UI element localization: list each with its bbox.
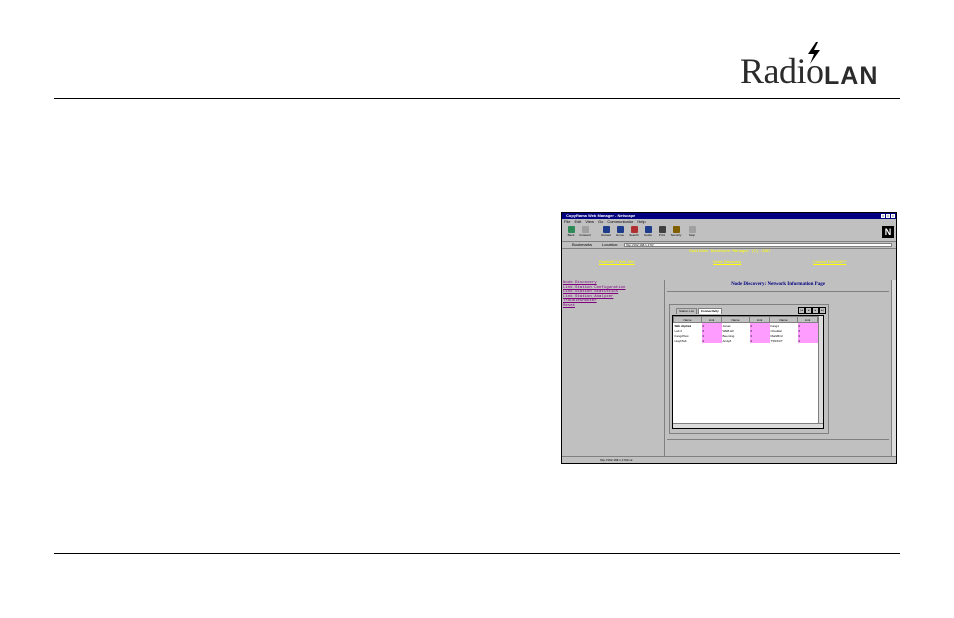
guide-icon <box>644 226 652 233</box>
logo-text-radio: Radio <box>740 51 824 91</box>
table-cell: AndyZ <box>722 338 732 343</box>
logo-text-lan: LAN <box>824 62 879 90</box>
print-button[interactable]: Print <box>656 226 668 240</box>
link-node-discovery[interactable]: Node Discovery <box>713 259 741 264</box>
stop-button[interactable]: Stop <box>686 226 698 240</box>
left-navigation: Node Discovery Link Station Configuratio… <box>563 281 663 457</box>
link-cell: 0 <box>749 338 770 343</box>
applet-tabs: Station List Connectivity <box>676 308 722 314</box>
print-icon <box>658 226 666 233</box>
reload-icon <box>602 226 610 233</box>
location-bar: Bookmarks Location: http://192.168.1.170… <box>562 242 896 249</box>
grid-vertical-scrollbar[interactable] <box>818 316 823 424</box>
link-cell: 0 <box>701 338 722 343</box>
first-icon[interactable]: |◂ <box>798 307 805 314</box>
search-icon <box>630 226 638 233</box>
top-divider <box>54 98 900 99</box>
frame-vertical-scrollbar[interactable] <box>891 280 896 456</box>
minimize-icon[interactable] <box>881 214 885 218</box>
netscape-logo-icon: N <box>882 226 894 238</box>
tab-station-list[interactable]: Station List <box>676 308 697 314</box>
status-text: http://192.168.1.170/nv2 <box>600 458 633 462</box>
tab-scroll-buttons: |◂ ◂ ▸ ▸| <box>798 307 826 314</box>
tab-connectivity[interactable]: Connectivity <box>697 308 722 314</box>
location-url-input[interactable]: http://192.168.1.170/ <box>624 243 892 247</box>
reload-button[interactable]: Reload <box>600 226 612 240</box>
page-banner: RadioNet Backbone Manager (C) 1997 Radio… <box>563 249 896 279</box>
footer-divider <box>667 439 889 440</box>
home-icon <box>616 226 624 233</box>
bookmarks-button[interactable]: Bookmarks <box>572 242 592 248</box>
lock-icon <box>672 226 680 233</box>
next-icon[interactable]: ▸ <box>812 307 819 314</box>
security-button[interactable]: Security <box>670 226 682 240</box>
network-info-applet: Station List Connectivity |◂ ◂ ▸ ▸| Name… <box>669 304 829 434</box>
status-bar: http://192.168.1.170/nv2 <box>562 456 896 463</box>
link-contact-radionet[interactable]: Contact RadioNET <box>813 259 846 264</box>
table-cell: TS5/KCT <box>770 338 783 343</box>
back-button[interactable]: Back <box>565 226 577 240</box>
link-radionet-web-site[interactable]: RadioNET Web Site <box>599 259 635 264</box>
search-button[interactable]: Search <box>628 226 640 240</box>
back-arrow-icon <box>567 226 575 233</box>
table-cell: HughTab <box>674 338 687 343</box>
connectivity-grid: Name Link Name Link Name Link SBL Alpha1… <box>672 315 824 429</box>
link-cell: 0 <box>797 338 818 343</box>
heading-divider <box>667 291 889 292</box>
forward-button[interactable]: Forward <box>579 226 591 240</box>
banner-title: RadioNet Backbone Manager (C) 1997 <box>689 250 771 254</box>
bottom-divider <box>54 553 900 554</box>
last-icon[interactable]: ▸| <box>819 307 826 314</box>
page-heading: Node Discovery: Network Information Page <box>731 282 825 287</box>
navigation-toolbar: Back Forward Reload Home Search Guide Pr… <box>562 224 896 242</box>
table-row[interactable]: HughTab 0 AndyZ 0 TS5/KCT 0 <box>674 338 818 343</box>
location-label: Location: <box>602 242 619 247</box>
content-frame: Node Discovery: Network Information Page… <box>664 280 896 456</box>
radiolan-logo: Radio LAN <box>740 42 900 91</box>
maximize-icon[interactable] <box>886 214 890 218</box>
browser-window-screenshot: CopyRama Web Manager - Netscape File Edi… <box>561 212 897 464</box>
nav-reset[interactable]: Reset <box>563 304 663 309</box>
connectivity-table: Name Link Name Link Name Link SBL Alpha1… <box>673 316 818 343</box>
guide-button[interactable]: Guide <box>642 226 654 240</box>
close-icon[interactable] <box>891 214 895 218</box>
forward-arrow-icon <box>581 226 589 233</box>
stop-icon <box>688 226 696 233</box>
grid-horizontal-scrollbar[interactable] <box>673 423 823 428</box>
prev-icon[interactable]: ◂ <box>805 307 812 314</box>
home-button[interactable]: Home <box>614 226 626 240</box>
